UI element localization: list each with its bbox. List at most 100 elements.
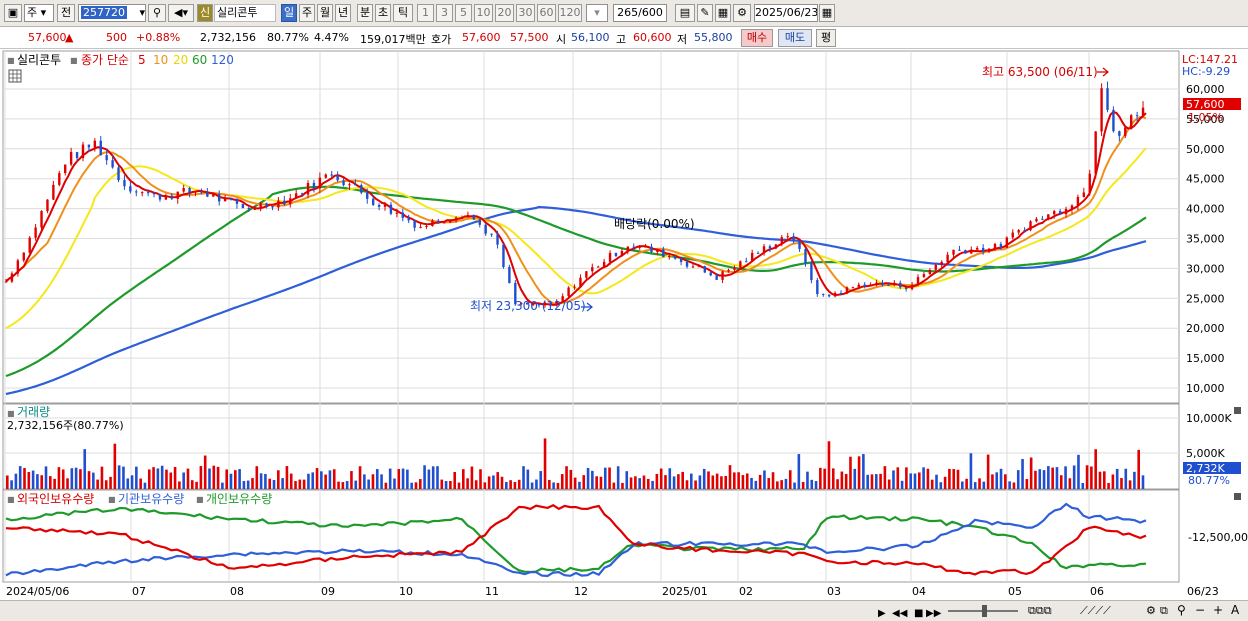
candle-body	[259, 203, 262, 209]
volume-bar	[629, 477, 633, 489]
candle-body	[496, 234, 499, 245]
period-week[interactable]: 주	[299, 4, 315, 22]
plus-icon[interactable]: +	[1213, 603, 1223, 618]
volume-bar	[995, 472, 999, 489]
rewind-icon[interactable]: ◀◀	[892, 606, 907, 621]
volume-bar	[943, 476, 947, 489]
scroll-controls[interactable]: ▶ ◀◀ ■ ▶▶	[878, 604, 941, 621]
volume-bar	[530, 482, 534, 489]
gear-icon[interactable]: ⚙	[733, 4, 751, 22]
volume-bar	[603, 467, 607, 489]
volume-bar	[707, 471, 710, 489]
volume-bar	[500, 476, 504, 489]
volume-bar	[487, 476, 491, 489]
candle-body	[1053, 211, 1056, 215]
volume-bar	[840, 471, 844, 489]
interval-120[interactable]: 120	[558, 4, 582, 22]
date-axis-label: 04	[912, 585, 926, 598]
minus-icon[interactable]: −	[1195, 603, 1205, 618]
data-count-input[interactable]: 265/600	[613, 4, 667, 22]
save-icon[interactable]: ▦	[715, 4, 731, 22]
search-icon[interactable]: ⚲	[148, 4, 166, 22]
candle-body	[490, 233, 493, 235]
dividend-annotation: 배당락(0.00%)	[614, 217, 695, 231]
interval-1[interactable]: 1	[417, 4, 434, 22]
period-year[interactable]: 년	[335, 4, 351, 22]
layout-icon[interactable]: ⧉⧉⧉	[1028, 603, 1052, 618]
table-icon[interactable]	[8, 69, 22, 83]
volume-bar	[616, 466, 620, 489]
toolbar: ▣ 주 ▾ 전 257720 ▾ ⚲ ◀▾ 신 실리콘투 일 주 월 년 분 초 …	[0, 0, 1248, 27]
stop-icon[interactable]: ■	[914, 606, 923, 621]
volume-bar	[664, 475, 667, 489]
font-size-icon[interactable]: A	[1231, 603, 1239, 618]
stock-chart[interactable]: 60,00055,00050,00045,00040,00035,00030,0…	[0, 49, 1248, 600]
interval-30[interactable]: 30	[516, 4, 535, 22]
speaker-icon[interactable]: ◀▾	[168, 4, 194, 22]
candle-body	[217, 194, 221, 202]
zoom-slider-handle[interactable]	[982, 605, 987, 617]
interval-10[interactable]: 10	[474, 4, 493, 22]
period-tick[interactable]: 틱	[393, 4, 413, 22]
interval-3[interactable]: 3	[436, 4, 453, 22]
volume-bar	[1102, 471, 1106, 489]
candle-body	[1118, 131, 1121, 136]
window-icon[interactable]: ▣	[4, 4, 22, 22]
ma20-label: 20	[173, 53, 188, 67]
bottom-toolbar: ▶ ◀◀ ■ ▶▶ ⧉⧉⧉ ⟋⟋⟋⟋ ⚙ ⧉ ⚲ − + A	[0, 600, 1248, 621]
stock-code-input[interactable]: 257720 ▾	[78, 4, 146, 22]
period-day[interactable]: 일	[281, 4, 297, 22]
volume-bar	[978, 478, 981, 489]
volume-bar	[1025, 479, 1029, 489]
eval-button[interactable]: 평	[816, 29, 836, 47]
candle-body	[857, 284, 860, 288]
low-label: 저	[677, 33, 688, 46]
volume-bar	[745, 473, 749, 489]
fast-forward-icon[interactable]: ▶▶	[926, 606, 941, 621]
interval-5[interactable]: 5	[455, 4, 472, 22]
prev-button[interactable]: 전	[57, 4, 75, 22]
volume-bar	[393, 478, 396, 489]
search-icon[interactable]: ⚲	[1177, 603, 1186, 618]
period-minute[interactable]: 분	[357, 4, 373, 22]
panel-close-icon[interactable]	[1234, 407, 1241, 414]
candle-body	[28, 237, 31, 253]
candle-body	[371, 198, 375, 205]
volume-bar	[1016, 470, 1020, 489]
volume-bar	[1085, 465, 1089, 489]
draw-tool-icon[interactable]: ✎	[697, 4, 713, 22]
play-icon[interactable]: ▶	[878, 606, 886, 621]
stock-name-label: 실리콘투	[214, 4, 276, 22]
volume-bar	[436, 466, 439, 489]
candle-body	[638, 246, 641, 248]
interval-20[interactable]: 20	[495, 4, 514, 22]
period-type-select[interactable]: 주 ▾	[24, 4, 54, 22]
candle-body	[40, 211, 43, 228]
sell-button[interactable]: 매도	[778, 29, 812, 47]
volume-bar	[453, 472, 456, 489]
draw-tools-icon[interactable]: ⟋⟋⟋⟋	[1080, 603, 1111, 618]
copy-icon[interactable]: ⧉	[1160, 603, 1168, 618]
volume-bar	[130, 475, 134, 489]
volume-bar	[79, 469, 82, 489]
date-input[interactable]: 2025/06/23	[754, 4, 818, 22]
settings-icon[interactable]: ⚙	[1146, 603, 1156, 618]
period-second[interactable]: 초	[375, 4, 391, 22]
volume-bar	[930, 479, 934, 489]
volume-bar	[332, 469, 336, 489]
candle-body	[910, 284, 914, 290]
volume-bar	[879, 473, 882, 489]
chart-tool-icon[interactable]: ▤	[675, 4, 695, 22]
up-arrow-icon: ▲	[65, 31, 74, 44]
calendar-icon[interactable]: ▦	[819, 4, 835, 22]
volume-bar	[165, 469, 168, 489]
panel-close-icon[interactable]	[1234, 493, 1241, 500]
date-axis-label: 06	[1090, 585, 1104, 598]
buy-button[interactable]: 매수	[741, 29, 773, 47]
period-month[interactable]: 월	[317, 4, 333, 22]
candle-body	[691, 266, 695, 268]
volume-bar	[225, 469, 228, 489]
interval-select[interactable]: ▾	[586, 4, 608, 22]
interval-60[interactable]: 60	[537, 4, 556, 22]
volume-bar	[625, 471, 629, 489]
